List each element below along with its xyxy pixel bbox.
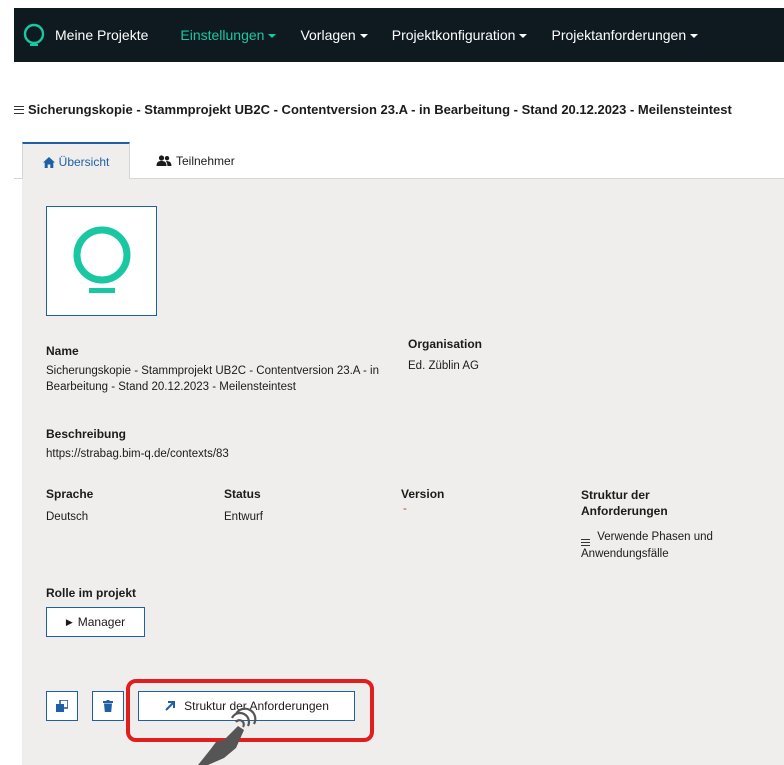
caret-down-icon	[359, 34, 368, 38]
name-value: Sicherungskopie - Stammprojekt UB2C - Co…	[46, 365, 380, 393]
nav-my-projects[interactable]: Meine Projekte	[55, 8, 168, 62]
list-icon	[14, 105, 24, 114]
description-value: https://strabag.bim-q.de/contexts/83	[46, 448, 229, 460]
project-logo-icon	[73, 226, 130, 293]
description-label: Beschreibung	[46, 427, 127, 441]
structure-label: Struktur der Anforderungen	[581, 488, 668, 518]
status-label: Status	[224, 487, 261, 501]
structure-value: Verwende Phasen und Anwendungsfälle	[581, 531, 713, 560]
copy-icon	[56, 700, 68, 712]
delete-button[interactable]	[92, 691, 124, 721]
caret-down-icon	[519, 34, 528, 38]
nav-project-configuration[interactable]: Projektkonfiguration	[380, 8, 540, 62]
nav-project-requirements[interactable]: Projektanforderungen	[539, 8, 710, 62]
organisation-label: Organisation	[408, 337, 483, 351]
overview-panel: Name Sicherungskopie - Stammprojekt UB2C…	[22, 179, 784, 765]
role-label: Rolle im projekt	[46, 586, 137, 600]
users-icon	[156, 155, 172, 166]
caret-down-icon	[268, 34, 277, 38]
list-icon	[581, 539, 590, 546]
version-value: -	[403, 503, 407, 515]
brand[interactable]: Meine Projekte	[22, 8, 168, 62]
tap-gesture-icon	[198, 707, 257, 765]
name-label: Name	[46, 344, 79, 358]
organisation-value: Ed. Züblin AG	[408, 360, 479, 372]
page-title: Sicherungskopie - Stammprojekt UB2C - Co…	[14, 102, 784, 117]
caret-down-icon	[690, 34, 699, 38]
language-value: Deutsch	[46, 511, 89, 523]
project-logo	[46, 206, 157, 316]
nav-templates[interactable]: Vorlagen	[288, 8, 379, 62]
tab-participants[interactable]: Teilnehmer	[142, 142, 249, 179]
version-label: Version	[401, 487, 445, 501]
tab-overview[interactable]: Übersicht	[22, 142, 130, 180]
trash-icon	[103, 700, 113, 712]
play-icon: ▶	[65, 616, 73, 627]
status-value: Entwurf	[224, 511, 263, 523]
language-label: Sprache	[46, 487, 94, 501]
role-manager-button[interactable]: ▶ Manager	[46, 607, 145, 637]
tab-bar: Übersicht Teilnehmer	[14, 142, 784, 180]
top-navbar: Meine Projekte Einstellungen Vorlagen Pr…	[14, 8, 784, 62]
copy-button[interactable]	[46, 691, 78, 721]
nav-settings[interactable]: Einstellungen	[168, 8, 288, 62]
brand-logo-icon	[23, 23, 45, 46]
home-icon	[42, 156, 55, 168]
